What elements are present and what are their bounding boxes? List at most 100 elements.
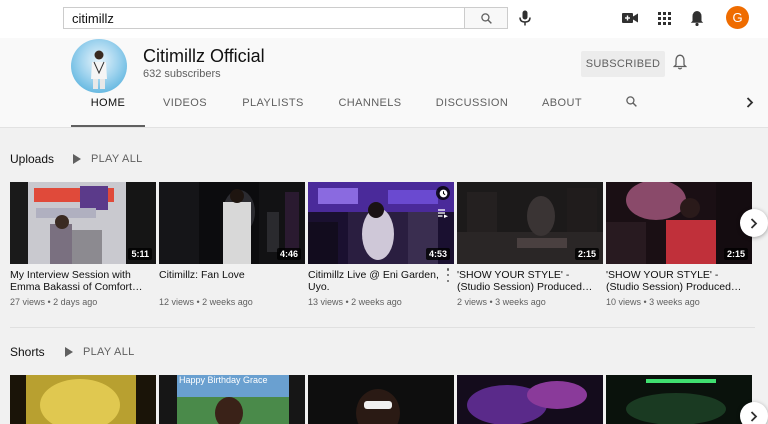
uploads-play-all-label: PLAY ALL (91, 153, 143, 165)
short-card[interactable] (308, 375, 454, 424)
channel-avatar[interactable] (71, 39, 127, 93)
apps-button[interactable] (653, 7, 675, 29)
uploads-play-all-button[interactable]: PLAY ALL (73, 153, 143, 165)
shorts-next-button[interactable] (740, 402, 768, 424)
add-to-queue-button[interactable] (436, 206, 450, 220)
video-views: 10 views (606, 297, 642, 307)
video-views: 13 views (308, 297, 344, 307)
short-card[interactable] (10, 375, 156, 424)
video-views: 27 views (10, 297, 46, 307)
apps-grid-icon (657, 11, 671, 25)
video-duration: 2:15 (574, 248, 599, 260)
video-thumbnail[interactable]: 4:46 (159, 182, 305, 264)
shorts-play-all-button[interactable]: PLAY ALL (65, 346, 135, 358)
video-meta: 27 views • 2 days ago (10, 297, 98, 307)
create-video-button[interactable] (619, 7, 641, 29)
voice-search-button[interactable] (514, 7, 536, 29)
channel-tabs: HOME VIDEOS PLAYLISTS CHANNELS DISCUSSIO… (0, 92, 768, 128)
video-duration: 4:46 (276, 248, 301, 260)
tabs-scroll-right[interactable] (742, 97, 758, 123)
video-title[interactable]: My Interview Session with Emma Bakassi o… (10, 269, 156, 293)
short-card[interactable] (457, 375, 603, 424)
short-thumbnail[interactable]: Happy Birthday Grace (159, 375, 305, 424)
tab-channels[interactable]: CHANNELS (331, 97, 409, 123)
shorts-play-all-label: PLAY ALL (83, 346, 135, 358)
video-card[interactable]: 2:15 'SHOW YOUR STYLE' - (Studio Session… (606, 182, 752, 307)
shorts-section-title[interactable]: Shorts (10, 345, 45, 359)
tab-playlists[interactable]: PLAYLISTS (236, 97, 310, 123)
video-thumbnail[interactable]: 2:15 (457, 182, 603, 264)
short-card[interactable] (606, 375, 752, 424)
video-title[interactable]: Citimillz: Fan Love (159, 269, 305, 293)
notification-bell-outline-icon (672, 54, 688, 70)
play-icon (73, 154, 81, 164)
video-meta: 10 views • 3 weeks ago (606, 297, 700, 307)
video-card[interactable]: 4:46 Citimillz: Fan Love 12 views • 2 we… (159, 182, 305, 307)
section-divider (10, 327, 755, 328)
subscriber-count: 632 subscribers (143, 68, 221, 80)
notifications-button[interactable] (686, 7, 708, 29)
short-thumbnail-image (10, 375, 156, 424)
video-duration: 5:11 (128, 248, 152, 260)
short-thumbnail[interactable] (457, 375, 603, 424)
tab-discussion[interactable]: DISCUSSION (430, 97, 514, 123)
video-views: 12 views (159, 297, 195, 307)
video-thumbnail[interactable]: 4:53 (308, 182, 454, 264)
short-thumbnail-image (457, 375, 603, 424)
channel-name: Citimillz Official (143, 46, 265, 66)
video-card[interactable]: 2:15 'SHOW YOUR STYLE' - (Studio Session… (457, 182, 603, 307)
video-age: 2 days ago (53, 297, 98, 307)
search-input[interactable] (63, 7, 465, 29)
channel-home-content: Uploads PLAY ALL 5:11 My Interview Sessi… (0, 128, 768, 424)
video-action-menu-button[interactable] (444, 268, 452, 282)
mic-icon (519, 10, 531, 26)
chevron-right-icon (746, 97, 754, 108)
queue-icon (438, 208, 448, 218)
video-duration: 4:53 (425, 248, 450, 260)
short-thumbnail[interactable] (308, 375, 454, 424)
video-age: 3 weeks ago (495, 297, 546, 307)
search-icon (625, 96, 637, 107)
short-thumbnail-image (606, 375, 752, 424)
short-thumbnail[interactable] (10, 375, 156, 424)
uploads-next-button[interactable] (740, 209, 768, 237)
subscribed-button[interactable]: SUBSCRIBED (581, 51, 665, 77)
video-age: 2 weeks ago (351, 297, 402, 307)
video-camera-icon (622, 13, 638, 23)
video-age: 2 weeks ago (202, 297, 253, 307)
short-thumbnail-image (308, 375, 454, 424)
video-card[interactable]: 4:53 Citimillz Live @ Eni Garden, Uyo. 1… (308, 182, 454, 307)
video-title[interactable]: Citimillz Live @ Eni Garden, Uyo. (308, 269, 454, 293)
watch-later-button[interactable] (436, 186, 450, 200)
video-card[interactable]: 5:11 My Interview Session with Emma Baka… (10, 182, 156, 307)
clock-icon (439, 189, 447, 197)
video-title[interactable]: 'SHOW YOUR STYLE' - (Studio Session) Pro… (457, 269, 603, 293)
tab-search[interactable] (619, 95, 643, 121)
video-views: 2 views (457, 297, 488, 307)
search-icon (480, 12, 492, 24)
channel-notification-button[interactable] (672, 54, 688, 75)
short-thumbnail[interactable] (606, 375, 752, 424)
top-bar: G (0, 0, 768, 38)
video-meta: 2 views • 3 weeks ago (457, 297, 546, 307)
video-meta: 13 views • 2 weeks ago (308, 297, 402, 307)
video-thumbnail[interactable]: 5:11 (10, 182, 156, 264)
uploads-section-title[interactable]: Uploads (10, 152, 54, 166)
play-icon (65, 347, 73, 357)
short-thumbnail-caption: Happy Birthday Grace (179, 375, 268, 385)
tab-home[interactable]: HOME (71, 97, 145, 123)
chevron-right-icon (750, 217, 758, 229)
tab-videos[interactable]: VIDEOS (152, 97, 218, 123)
short-card[interactable]: Happy Birthday Grace (159, 375, 305, 424)
chevron-right-icon (750, 410, 758, 422)
search-button[interactable] (464, 7, 508, 29)
video-meta: 12 views • 2 weeks ago (159, 297, 253, 307)
video-duration: 2:15 (723, 248, 748, 260)
notifications-bell-icon (690, 11, 704, 26)
video-thumbnail[interactable]: 2:15 (606, 182, 752, 264)
video-title[interactable]: 'SHOW YOUR STYLE' - (Studio Session) Pro… (606, 269, 752, 293)
account-avatar[interactable]: G (726, 6, 749, 29)
video-age: 3 weeks ago (649, 297, 700, 307)
tab-about[interactable]: ABOUT (534, 97, 590, 123)
channel-avatar-image (91, 50, 107, 89)
